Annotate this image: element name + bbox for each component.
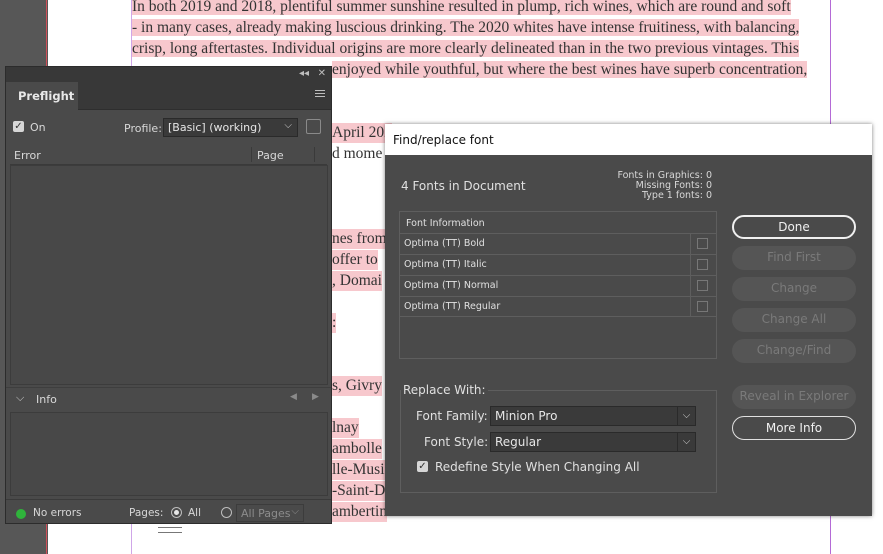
reveal-in-explorer-button[interactable]: Reveal in Explorer [732,385,856,409]
font-checkbox[interactable] [697,280,708,291]
font-information-header: Font Information [406,218,485,229]
chevron-down-icon: ⌵ [677,407,695,425]
on-checkbox[interactable]: ✓ [13,121,24,132]
done-button[interactable]: Done [732,215,856,239]
pages-range-radio[interactable] [221,507,232,518]
pages-all-radio[interactable] [171,507,182,518]
font-list: Font Information Optima (TT) Bold Optima… [399,211,717,359]
more-info-button[interactable]: More Info [732,416,856,440]
font-checkbox[interactable] [697,238,708,249]
text-line[interactable]: In both 2019 and 2018, plentiful summer … [132,0,791,17]
resize-grip-icon[interactable] [158,527,182,533]
close-icon[interactable]: ✕ [318,68,326,80]
panel-menu-icon[interactable] [315,90,325,98]
preflight-status-bar: No errors Pages: All All Pages ⌵ [6,499,331,525]
define-profiles-icon[interactable] [306,119,321,134]
chevron-down-icon: ⌵ [677,433,695,451]
change-all-button[interactable]: Change All [732,308,856,332]
results-header: Error Page [10,145,327,165]
text-fragment[interactable]: lnay [332,418,359,438]
profile-select[interactable]: [Basic] (working) ⌵ [163,118,298,137]
status-text: No errors [33,507,82,519]
error-column-header[interactable]: Error [14,149,41,162]
panel-tab-row: Preflight [6,82,331,110]
chevron-down-icon[interactable]: ⌵ [16,391,24,405]
page-column-header[interactable]: Page [257,149,284,162]
find-replace-font-dialog: Find/replace font 4 Fonts in Document Fo… [385,124,872,516]
next-arrow-icon[interactable]: ▶ [312,392,319,402]
info-box [10,412,328,496]
type1-fonts: Type 1 fonts: 0 [641,190,712,201]
text-fragment[interactable]: : [332,313,337,333]
text-fragment[interactable]: nes from [332,229,387,249]
font-checkbox[interactable] [697,259,708,270]
find-first-button[interactable]: Find First [732,246,856,270]
text-fragment[interactable]: d mome [332,144,383,164]
font-family-label: Font Family: [416,409,488,423]
redefine-style-label: Redefine Style When Changing All [435,460,640,474]
text-fragment[interactable]: lle-Musi [332,460,385,480]
text-fragment[interactable]: -Saint-D [332,481,386,501]
profile-label: Profile: [124,122,162,135]
dialog-title[interactable]: Find/replace font [385,124,872,155]
chevron-down-icon: ⌵ [284,120,292,131]
fonts-count: 4 Fonts in Document [401,179,526,193]
text-line[interactable]: enjoyed while youthful, but where the be… [332,60,808,80]
text-line[interactable]: crisp, long aftertastes. Individual orig… [132,39,799,59]
on-label: On [30,121,46,134]
collapse-icon[interactable]: ◂◂ [299,68,309,80]
pages-label: Pages: [129,507,164,519]
chevron-down-icon: ⌵ [291,506,299,517]
font-style-label: Font Style: [424,435,489,449]
font-checkbox[interactable] [697,301,708,312]
font-row[interactable]: Optima (TT) Bold [400,233,716,254]
font-style-select[interactable]: Regular ⌵ [490,432,696,452]
text-fragment[interactable]: April 202 [332,123,392,143]
status-ok-icon [16,509,26,519]
change-button[interactable]: Change [732,277,856,301]
info-section-header[interactable]: ⌵ Info ◀ ▶ [6,387,331,410]
panel-title-bar[interactable]: ◂◂ ✕ [6,67,331,82]
pages-all-label: All [188,507,202,519]
replace-with-label: Replace With: [401,383,488,397]
tab-preflight[interactable]: Preflight [6,82,78,110]
font-family-select[interactable]: Minion Pro ⌵ [490,406,696,426]
text-fragment[interactable]: s, Givry [332,376,382,396]
previous-arrow-icon[interactable]: ◀ [290,392,297,402]
error-list[interactable] [10,165,328,385]
info-label: Info [36,393,57,406]
text-fragment[interactable]: , Domai [332,271,382,291]
font-stats: Fonts in Graphics: 0 Missing Fonts: 0 Ty… [617,171,712,201]
text-fragment[interactable]: ambertin [332,502,388,522]
preflight-panel: ◂◂ ✕ Preflight ✓ On Profile: [Basic] (wo… [5,66,332,533]
redefine-style-checkbox[interactable]: ✓ [417,461,428,472]
font-row[interactable]: Optima (TT) Italic [400,254,716,275]
text-fragment[interactable]: ambolle [332,439,382,459]
font-row[interactable]: Optima (TT) Normal [400,275,716,296]
font-row[interactable]: Optima (TT) Regular [400,296,716,317]
text-fragment[interactable]: offer to [332,250,378,270]
text-line[interactable]: - in many cases, already making luscious… [132,18,800,38]
pages-range-field[interactable]: All Pages ⌵ [236,504,304,522]
change-find-button[interactable]: Change/Find [732,339,856,363]
